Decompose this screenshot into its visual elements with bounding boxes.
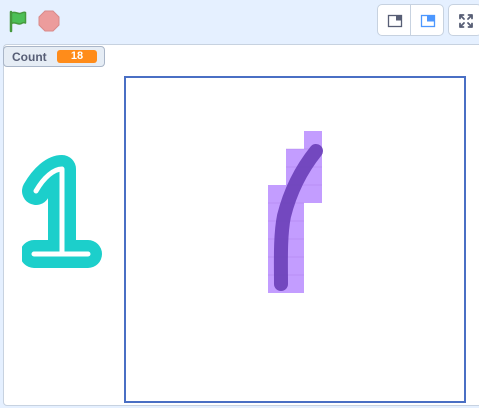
green-flag-icon[interactable]	[6, 9, 30, 33]
digit-one-sprite[interactable]	[22, 155, 102, 277]
stage-header	[0, 0, 479, 43]
drawing-canvas[interactable]	[124, 76, 466, 403]
large-stage-icon	[420, 14, 436, 28]
monitor-value: 18	[57, 50, 97, 63]
count-monitor[interactable]: Count 18	[3, 46, 105, 67]
fullscreen-icon	[459, 14, 473, 28]
small-stage-button[interactable]	[377, 4, 411, 36]
large-stage-button[interactable]	[410, 4, 444, 36]
fullscreen-button[interactable]	[448, 4, 479, 36]
monitor-label: Count	[12, 50, 47, 64]
drawing-svg	[268, 131, 323, 293]
stop-sign-icon[interactable]	[38, 10, 60, 32]
small-stage-icon	[387, 14, 403, 28]
